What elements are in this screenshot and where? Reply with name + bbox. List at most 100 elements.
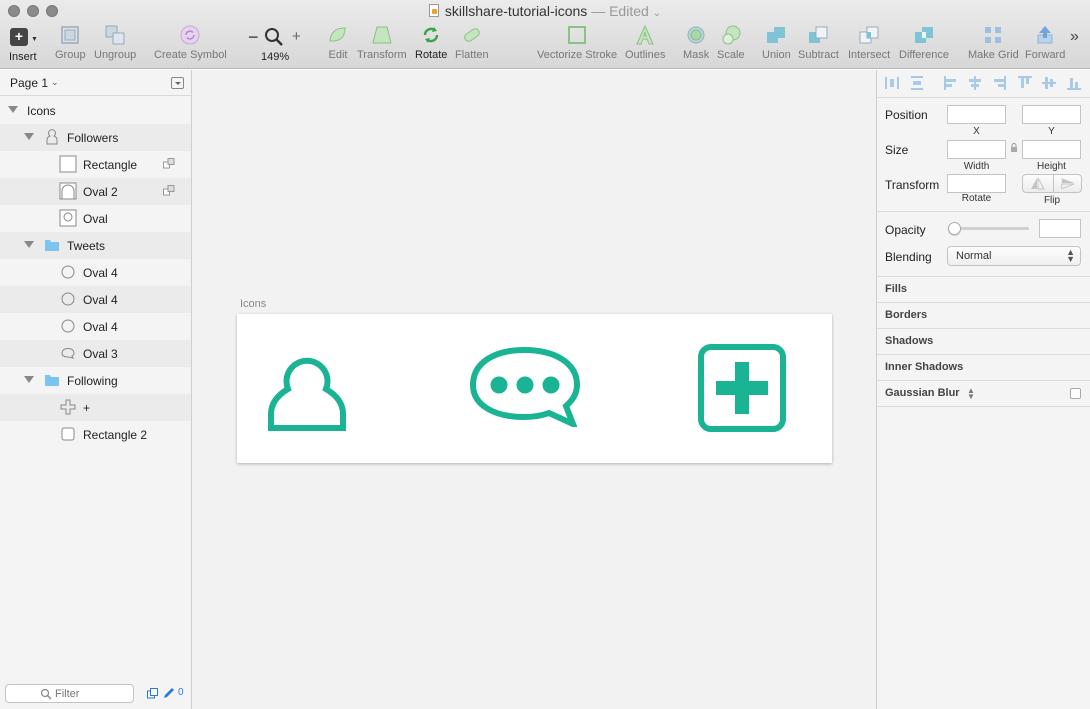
vectorize-stroke-button[interactable]: Vectorize Stroke bbox=[537, 24, 617, 61]
layer-group-followers[interactable]: Followers bbox=[0, 124, 191, 151]
lock-icon[interactable] bbox=[1010, 143, 1018, 153]
boolean-operation-icon[interactable] bbox=[163, 158, 175, 169]
flatten-button[interactable]: Flatten bbox=[455, 24, 489, 61]
width-field[interactable] bbox=[947, 140, 1006, 159]
disclosure-triangle-icon[interactable] bbox=[24, 133, 34, 140]
layer-filter[interactable] bbox=[5, 684, 134, 703]
align-vertical-center-icon[interactable] bbox=[1041, 75, 1057, 91]
insert-chevron-down-icon[interactable]: ▼ bbox=[31, 36, 38, 43]
layer-name: Oval 4 bbox=[83, 293, 118, 307]
mask-button[interactable]: Mask bbox=[683, 24, 709, 61]
make-grid-button[interactable]: Make Grid bbox=[968, 24, 1019, 61]
position-x-field[interactable] bbox=[947, 105, 1006, 124]
opacity-slider-track[interactable] bbox=[952, 227, 1029, 230]
layer-rectangle-2[interactable]: Rectangle 2 bbox=[0, 421, 191, 448]
distribute-horizontal-icon[interactable] bbox=[884, 75, 900, 91]
scale-button[interactable]: Scale bbox=[717, 24, 745, 61]
copy-layers-icon[interactable] bbox=[147, 688, 158, 699]
flip-vertical-icon[interactable] bbox=[1053, 175, 1082, 192]
artboard-title[interactable]: Icons bbox=[240, 298, 266, 310]
align-left-icon[interactable] bbox=[943, 75, 959, 91]
opacity-input[interactable] bbox=[1040, 220, 1080, 237]
outlines-button[interactable]: Outlines bbox=[625, 24, 665, 61]
position-x-input[interactable] bbox=[948, 106, 1005, 123]
blending-select[interactable]: Normal ▲ ▼ bbox=[947, 246, 1081, 266]
layer-name: Oval 4 bbox=[83, 320, 118, 334]
ungroup-button[interactable]: Ungroup bbox=[94, 24, 136, 61]
insert-button[interactable]: + bbox=[10, 28, 28, 46]
create-symbol-button[interactable]: Create Symbol bbox=[154, 24, 227, 61]
opacity-field[interactable] bbox=[1039, 219, 1081, 238]
layer-artboard-icons[interactable]: Icons bbox=[0, 97, 191, 124]
rotate-field[interactable] bbox=[947, 174, 1006, 193]
subtract-button[interactable]: Subtract bbox=[798, 24, 839, 61]
difference-button[interactable]: Difference bbox=[899, 24, 949, 61]
inner-shadows-section[interactable]: Inner Shadows bbox=[877, 355, 1090, 381]
layer-plus[interactable]: + bbox=[0, 394, 191, 421]
pen-icon[interactable] bbox=[163, 687, 175, 699]
more-tools-button[interactable]: » bbox=[1070, 28, 1079, 46]
layer-oval-2[interactable]: Oval 2 bbox=[0, 178, 191, 205]
distribute-vertical-icon[interactable] bbox=[909, 75, 925, 91]
disclosure-triangle-icon[interactable] bbox=[24, 376, 34, 383]
tweets-speech-bubble-icon[interactable] bbox=[469, 347, 581, 427]
collapse-pages-icon[interactable] bbox=[171, 77, 184, 89]
align-right-icon[interactable] bbox=[991, 75, 1007, 91]
align-top-icon[interactable] bbox=[1017, 75, 1033, 91]
canvas[interactable]: Icons bbox=[192, 70, 877, 709]
align-bottom-icon[interactable] bbox=[1066, 75, 1082, 91]
forward-button[interactable]: Forward bbox=[1025, 24, 1065, 61]
layer-oval-3[interactable]: Oval 3 bbox=[0, 340, 191, 367]
gaussian-blur-checkbox[interactable] bbox=[1070, 388, 1081, 399]
zoom-magnifier-icon[interactable] bbox=[264, 27, 284, 47]
vectorize-stroke-icon bbox=[568, 26, 587, 44]
filter-input[interactable] bbox=[55, 686, 125, 701]
layer-oval-4[interactable]: Oval 4 bbox=[0, 313, 191, 340]
disclosure-triangle-icon[interactable] bbox=[8, 106, 18, 113]
opacity-slider-knob[interactable] bbox=[948, 222, 961, 235]
group-button[interactable]: Group bbox=[55, 24, 86, 61]
grid-icon bbox=[985, 27, 1002, 43]
artboard-icons[interactable] bbox=[237, 314, 832, 463]
gaussian-blur-section[interactable]: Gaussian Blur bbox=[877, 381, 1090, 407]
transform-button[interactable]: Transform bbox=[357, 24, 407, 61]
page-chevron-down-icon[interactable]: ⌄ bbox=[51, 77, 59, 88]
rotate-input[interactable] bbox=[948, 175, 1005, 192]
position-y-input[interactable] bbox=[1023, 106, 1080, 123]
borders-section[interactable]: Borders bbox=[877, 303, 1090, 329]
height-field[interactable] bbox=[1022, 140, 1081, 159]
fills-section[interactable]: Fills bbox=[877, 277, 1090, 303]
title-menu-chevron-icon[interactable]: ⌄ bbox=[653, 8, 661, 19]
person-shape-icon bbox=[46, 129, 58, 145]
align-horizontal-center-icon[interactable] bbox=[967, 75, 983, 91]
edit-button[interactable]: Edit bbox=[327, 24, 349, 61]
flip-horizontal-icon[interactable] bbox=[1023, 175, 1052, 192]
union-button[interactable]: Union bbox=[762, 24, 791, 61]
zoom-out-button[interactable]: − bbox=[248, 27, 259, 48]
transform-label: Transform bbox=[357, 49, 407, 61]
height-input[interactable] bbox=[1023, 141, 1080, 158]
rotate-button[interactable]: Rotate bbox=[415, 24, 447, 61]
document-name: skillshare-tutorial-icons bbox=[444, 3, 588, 19]
width-input[interactable] bbox=[948, 141, 1005, 158]
disclosure-triangle-icon[interactable] bbox=[24, 241, 34, 248]
layer-rectangle[interactable]: Rectangle bbox=[0, 151, 191, 178]
filter-options[interactable]: 0 bbox=[147, 687, 187, 701]
layer-oval-4[interactable]: Oval 4 bbox=[0, 286, 191, 313]
intersect-button[interactable]: Intersect bbox=[848, 24, 890, 61]
layer-group-following[interactable]: Following bbox=[0, 367, 191, 394]
blur-type-arrows-icon[interactable]: ▲ ▼ bbox=[967, 387, 975, 401]
boolean-operation-icon[interactable] bbox=[163, 185, 175, 196]
edit-icon bbox=[329, 27, 346, 42]
page-selector[interactable]: Page 1 ⌄ bbox=[0, 70, 191, 96]
rotate-label: Rotate bbox=[961, 193, 992, 204]
layer-group-tweets[interactable]: Tweets bbox=[0, 232, 191, 259]
gaussian-blur-title: Gaussian Blur bbox=[885, 387, 960, 399]
followers-person-icon[interactable] bbox=[266, 339, 348, 431]
layer-oval-4[interactable]: Oval 4 bbox=[0, 259, 191, 286]
zoom-in-button[interactable]: + bbox=[292, 28, 301, 45]
position-y-field[interactable] bbox=[1022, 105, 1081, 124]
following-add-icon[interactable] bbox=[697, 343, 787, 433]
shadows-section[interactable]: Shadows bbox=[877, 329, 1090, 355]
layer-oval[interactable]: Oval bbox=[0, 205, 191, 232]
